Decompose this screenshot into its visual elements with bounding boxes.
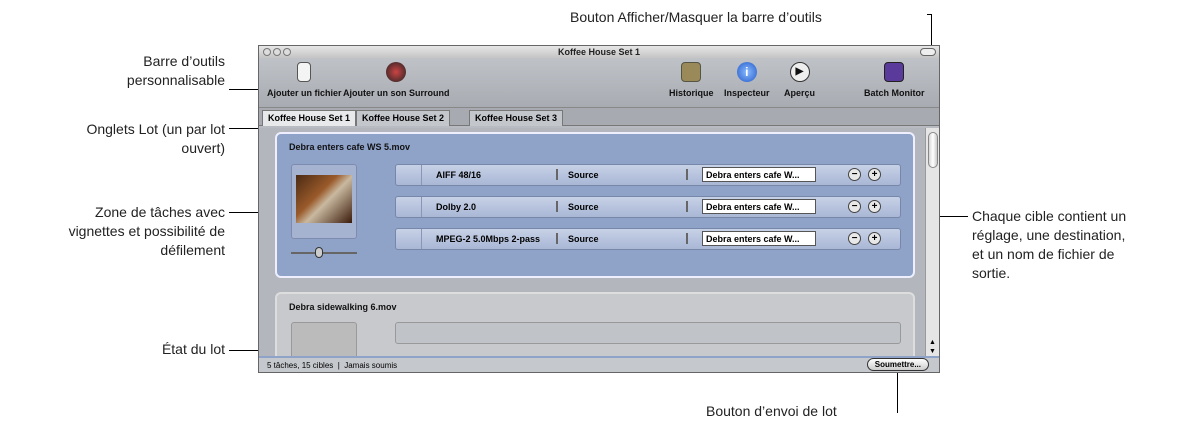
toolbar: Ajouter un fichier Ajouter un son Surrou… bbox=[259, 58, 939, 108]
inspector-button[interactable]: i Inspecteur bbox=[724, 62, 770, 98]
target-destination[interactable]: Source bbox=[568, 170, 599, 180]
job-title: Debra enters cafe WS 5.mov bbox=[289, 142, 411, 152]
callout-line: ouvert) bbox=[181, 140, 225, 156]
scroll-thumb[interactable] bbox=[928, 132, 938, 168]
callout-line: sortie. bbox=[972, 265, 1011, 281]
drag-handle[interactable] bbox=[396, 197, 422, 217]
callout-line: défilement bbox=[160, 242, 225, 258]
job-title: Debra sidewalking 6.mov bbox=[289, 302, 397, 312]
scrubber-handle[interactable] bbox=[315, 247, 323, 258]
remove-target-button[interactable]: − bbox=[848, 200, 861, 213]
preview-label: Aperçu bbox=[784, 88, 816, 98]
batch-monitor-label: Batch Monitor bbox=[864, 88, 925, 98]
close-button[interactable] bbox=[263, 48, 271, 56]
preview-button[interactable]: ▶ Aperçu bbox=[784, 62, 815, 98]
callout-batch-status: État du lot bbox=[161, 341, 225, 357]
separator bbox=[556, 169, 558, 180]
remove-target-button[interactable]: − bbox=[848, 168, 861, 181]
thumbnail-scrubber[interactable] bbox=[291, 247, 357, 258]
callout-toolbar-toggle: Bouton Afficher/Masquer la barre d’outil… bbox=[570, 9, 822, 25]
callout-job-area: Zone de tâches avec vignettes et possibil… bbox=[10, 203, 225, 260]
add-surround-icon bbox=[386, 62, 407, 82]
inspector-label: Inspecteur bbox=[724, 88, 770, 98]
vertical-scrollbar[interactable]: ▲ ▼ bbox=[925, 128, 939, 358]
target-row[interactable]: Dolby 2.0 Source Debra enters cafe W... … bbox=[395, 196, 901, 218]
job-thumbnail bbox=[291, 164, 357, 239]
target-destination[interactable]: Source bbox=[568, 234, 599, 244]
callout-line: vignettes et possibilité de bbox=[68, 223, 225, 239]
info-icon: i bbox=[736, 62, 757, 82]
scroll-up-arrow[interactable]: ▲ bbox=[929, 339, 936, 346]
play-icon: ▶ bbox=[789, 62, 810, 82]
callout-targets: Chaque cible contient un réglage, une des… bbox=[972, 207, 1182, 283]
history-icon bbox=[681, 62, 702, 82]
add-surround-label: Ajouter un son Surround bbox=[343, 88, 450, 98]
add-file-button[interactable]: Ajouter un fichier bbox=[267, 62, 342, 98]
add-target-button[interactable]: + bbox=[868, 232, 881, 245]
target-row[interactable]: AIFF 48/16 Source Debra enters cafe W...… bbox=[395, 164, 901, 186]
add-file-label: Ajouter un fichier bbox=[267, 88, 342, 98]
add-target-button[interactable]: + bbox=[868, 200, 881, 213]
separator bbox=[556, 233, 558, 244]
target-setting[interactable]: Dolby 2.0 bbox=[436, 202, 476, 212]
title-bar: Koffee House Set 1 bbox=[259, 46, 939, 58]
callout-line: Zone de tâches avec bbox=[95, 204, 225, 220]
window-title: Koffee House Set 1 bbox=[557, 47, 641, 57]
batch-status-bar: 5 tâches, 15 cibles | Jamais soumis Soum… bbox=[259, 356, 939, 372]
compressor-window: Koffee House Set 1 Ajouter un fichier Aj… bbox=[258, 45, 940, 373]
add-target-button[interactable]: + bbox=[868, 168, 881, 181]
zoom-button[interactable] bbox=[283, 48, 291, 56]
batch-tabs: Koffee House Set 1 Koffee House Set 2 Ko… bbox=[259, 108, 939, 126]
drag-handle[interactable] bbox=[396, 229, 422, 249]
callout-line: Onglets Lot (un par lot bbox=[86, 121, 225, 137]
add-surround-button[interactable]: Ajouter un son Surround bbox=[343, 62, 450, 98]
target-row[interactable] bbox=[395, 322, 901, 344]
job[interactable]: Debra enters cafe WS 5.mov AIFF 48/16 So… bbox=[275, 132, 915, 278]
callout-line: Chaque cible contient un bbox=[972, 208, 1127, 224]
callout-batch-tabs: Onglets Lot (un par lot ouvert) bbox=[10, 120, 225, 158]
separator bbox=[556, 201, 558, 212]
separator bbox=[686, 201, 688, 212]
callout-line: réglage, une destination, bbox=[972, 227, 1126, 243]
submit-button[interactable]: Soumettre... bbox=[866, 358, 929, 371]
tab-batch-2[interactable]: Koffee House Set 2 bbox=[356, 110, 451, 126]
remove-target-button[interactable]: − bbox=[848, 232, 861, 245]
separator bbox=[686, 169, 688, 180]
target-destination[interactable]: Source bbox=[568, 202, 599, 212]
target-filename-field[interactable]: Debra enters cafe W... bbox=[702, 231, 816, 246]
batch-monitor-icon bbox=[884, 62, 905, 82]
callout-line: Barre d’outils bbox=[143, 53, 225, 69]
add-file-icon bbox=[297, 62, 312, 82]
toolbar-toggle-button[interactable] bbox=[920, 48, 936, 56]
batch-status: 5 tâches, 15 cibles | Jamais soumis bbox=[267, 361, 398, 370]
tab-batch-3[interactable]: Koffee House Set 3 bbox=[469, 110, 564, 126]
target-filename-field[interactable]: Debra enters cafe W... bbox=[702, 199, 816, 214]
history-button[interactable]: Historique bbox=[669, 62, 714, 98]
job-area: Debra enters cafe WS 5.mov AIFF 48/16 So… bbox=[259, 128, 925, 372]
scroll-down-arrow[interactable]: ▼ bbox=[929, 348, 936, 355]
target-setting[interactable]: AIFF 48/16 bbox=[436, 170, 481, 180]
thumbnail-image bbox=[296, 175, 352, 223]
callout-line: personnalisable bbox=[126, 72, 225, 88]
target-setting[interactable]: MPEG-2 5.0Mbps 2-pass bbox=[436, 234, 540, 244]
drag-handle[interactable] bbox=[396, 165, 422, 185]
callout-custom-toolbar: Barre d’outils personnalisable bbox=[40, 52, 225, 90]
target-row[interactable]: MPEG-2 5.0Mbps 2-pass Source Debra enter… bbox=[395, 228, 901, 250]
callout-submit: Bouton d’envoi de lot bbox=[706, 403, 837, 419]
target-filename-field[interactable]: Debra enters cafe W... bbox=[702, 167, 816, 182]
tab-batch-1[interactable]: Koffee House Set 1 bbox=[262, 110, 357, 126]
history-label: Historique bbox=[669, 88, 714, 98]
separator bbox=[686, 233, 688, 244]
batch-monitor-button[interactable]: Batch Monitor bbox=[864, 62, 925, 98]
minimize-button[interactable] bbox=[273, 48, 281, 56]
callout-line: et un nom de fichier de bbox=[972, 246, 1115, 262]
